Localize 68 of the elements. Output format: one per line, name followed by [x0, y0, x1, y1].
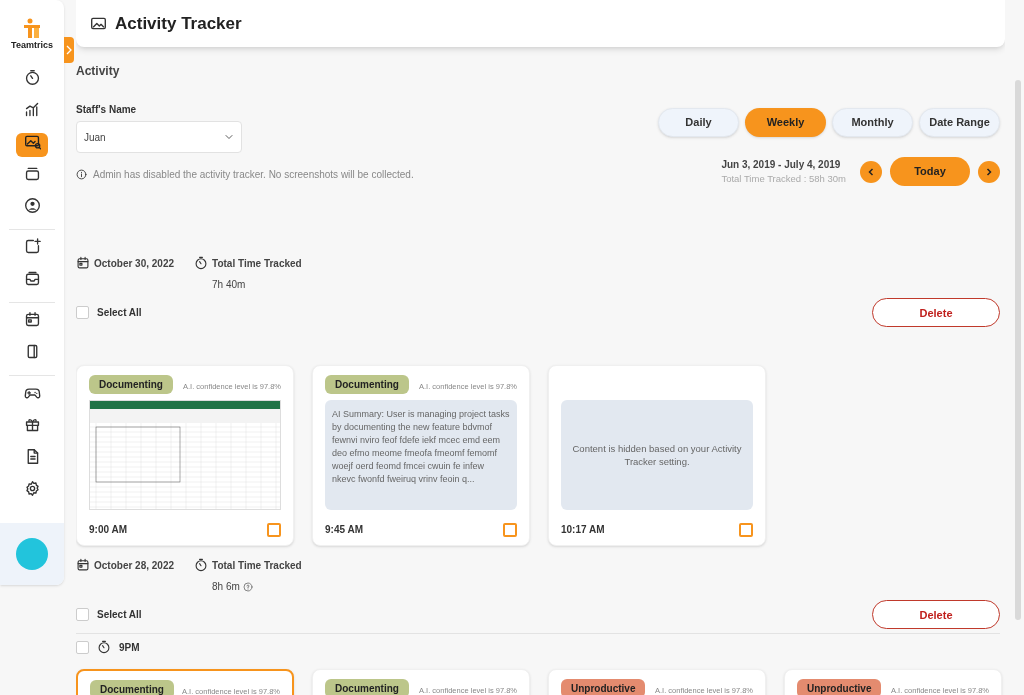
calendar-icon — [76, 256, 90, 271]
total-time-label: Total Time Tracked — [212, 559, 302, 574]
delete-button[interactable]: Delete — [872, 600, 1000, 630]
checkbox[interactable] — [76, 641, 89, 655]
checkbox[interactable] — [739, 522, 753, 537]
total-time-value: 7h 40m — [212, 278, 246, 293]
section-title: Activity — [76, 63, 121, 80]
inbox-icon — [23, 269, 41, 287]
scrollbar[interactable] — [1015, 80, 1021, 620]
today-button[interactable]: Today — [890, 157, 970, 187]
checkbox[interactable] — [503, 522, 517, 537]
timer-icon — [194, 558, 209, 573]
image-icon — [90, 15, 107, 32]
settings-icon — [23, 479, 41, 497]
time-label: 9:45 AM — [325, 523, 363, 538]
timer-icon — [194, 256, 209, 271]
category-tag: Unproductive — [797, 679, 882, 695]
period-tab[interactable]: Daily — [658, 108, 739, 137]
bar-chart-icon — [23, 100, 41, 118]
chevron-left-icon — [866, 166, 876, 177]
dropdown-value: Juan — [84, 130, 106, 145]
timer-icon — [97, 640, 111, 655]
date-label: October 30, 2022 — [94, 257, 175, 272]
chevron-right-icon — [66, 45, 72, 55]
category-tag: Documenting — [325, 679, 409, 695]
category-tag: Documenting — [89, 375, 173, 395]
staff-dropdown[interactable]: Juan — [76, 121, 242, 153]
chevron-down-icon — [224, 132, 234, 142]
calendar-icon — [23, 310, 41, 328]
previous-button[interactable] — [860, 160, 882, 183]
logo-text: Teamtrics — [11, 39, 53, 52]
period-tab[interactable]: Weekly — [745, 108, 826, 137]
total-time-value: 8h 6m — [212, 580, 240, 595]
calendar-icon — [76, 558, 90, 573]
category-tag: Documenting — [90, 680, 174, 695]
category-tag: Unproductive — [561, 679, 646, 695]
time-label: 10:17 AM — [561, 523, 605, 538]
delete-button[interactable]: Delete — [872, 298, 1000, 328]
sidebar-item[interactable] — [16, 132, 48, 157]
page-title: Activity Tracker — [115, 12, 242, 35]
next-button[interactable] — [978, 160, 1000, 183]
notice-text: Admin has disabled the activity tracker. No screenshots will be collected. — [93, 168, 414, 182]
sidebar-toggle[interactable] — [64, 37, 74, 63]
hour-label: 9PM — [119, 641, 140, 656]
select-all-label[interactable]: Select All — [97, 607, 142, 623]
user-circle-icon — [23, 196, 41, 214]
time-label: 9:00 AM — [89, 523, 127, 538]
checkbox[interactable] — [267, 522, 281, 537]
period-tab[interactable]: Monthly — [832, 108, 913, 137]
timer-icon — [23, 68, 41, 86]
period-tab[interactable]: Date Range — [919, 108, 1000, 137]
activity-card[interactable]: Content is hidden based on your Activity Tracker setting. 10:17 AM — [548, 365, 766, 547]
total-time-label: Total Time Tracked — [212, 257, 302, 272]
total-time-text: Total Time Tracked : 58h 30m — [721, 172, 846, 186]
date-range: Jun 3, 2019 - July 4, 2019 — [721, 158, 842, 172]
date-label: October 28, 2022 — [94, 559, 175, 574]
info-icon — [76, 169, 87, 180]
checkbox[interactable] — [76, 608, 89, 622]
ai-summary-text: AI Summary: User is managing project tasks by documenting the new feature bdvmof fewnvi nviro feof fdefe iekf mcec emd eem deo efmo meome fmeofa fmeomf femomf woejf oerd feomd fmcei cwuin fe infew nkevc fwonfd fweiruq vrinv feoin q... — [325, 400, 517, 511]
hidden-content-text: Content is hidden based on your Activity Tracker setting. — [571, 442, 743, 469]
select-all-label[interactable]: Select All — [97, 305, 142, 321]
field-label: Staff's Name — [76, 103, 138, 117]
logo-icon — [23, 18, 41, 38]
category-tag: Documenting — [325, 375, 409, 395]
checkbox[interactable] — [76, 306, 89, 320]
activity-card[interactable] — [312, 365, 530, 547]
chevron-right-icon — [984, 166, 994, 177]
help-icon — [242, 581, 253, 592]
